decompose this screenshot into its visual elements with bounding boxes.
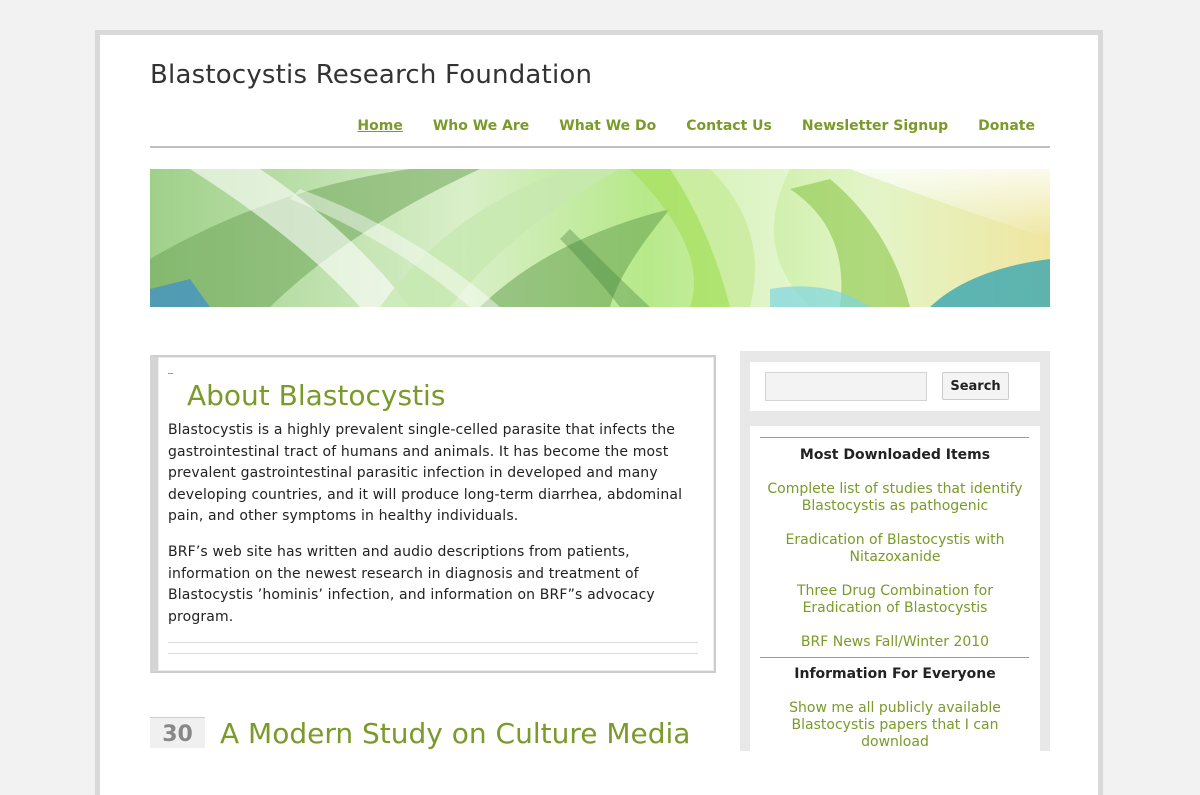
- nav-what-we-do[interactable]: What We Do: [559, 118, 656, 134]
- sidebar: Search Most Downloaded Items Complete li…: [740, 351, 1050, 766]
- download-link[interactable]: Three Drug Combination for Eradication o…: [765, 583, 1025, 617]
- site-title[interactable]: Blastocystis Research Foundation: [150, 60, 592, 90]
- post-date-badge: 30: [150, 717, 205, 748]
- nav-who-we-are[interactable]: Who We Are: [433, 118, 529, 134]
- post-title[interactable]: A Modern Study on Culture Media: [220, 717, 690, 750]
- nav-divider: [150, 146, 1050, 148]
- nav-home[interactable]: Home: [357, 118, 402, 134]
- search-widget: Search: [750, 362, 1040, 411]
- info-link[interactable]: Show me all publicly available Blastocys…: [765, 700, 1025, 751]
- search-input[interactable]: [765, 372, 927, 401]
- about-title[interactable]: About Blastocystis: [187, 379, 445, 412]
- decorative-mark: [168, 373, 173, 374]
- search-button[interactable]: Search: [942, 372, 1009, 400]
- divider: [760, 657, 1029, 658]
- header-banner-image: [150, 169, 1050, 307]
- about-paragraph-1: Blastocystis is a highly prevalent singl…: [168, 422, 683, 525]
- nav-contact-us[interactable]: Contact Us: [686, 118, 772, 134]
- download-link[interactable]: BRF News Fall/Winter 2010: [765, 634, 1025, 651]
- nav-donate[interactable]: Donate: [978, 118, 1035, 134]
- divider: [760, 437, 1029, 438]
- divider: [168, 653, 698, 654]
- download-link[interactable]: Eradication of Blastocystis with Nitazox…: [765, 532, 1025, 566]
- most-downloaded-heading: Most Downloaded Items: [799, 447, 991, 463]
- about-box: About Blastocystis Blastocystis is a hig…: [150, 355, 716, 673]
- about-paragraph-2: BRF’s web site has written and audio des…: [168, 544, 655, 625]
- divider: [168, 642, 698, 643]
- nav-newsletter-signup[interactable]: Newsletter Signup: [802, 118, 948, 134]
- links-widget: Most Downloaded Items Complete list of s…: [750, 426, 1040, 766]
- info-everyone-heading: Information For Everyone: [794, 666, 996, 682]
- main-nav: Home Who We Are What We Do Contact Us Ne…: [357, 118, 1035, 134]
- download-link[interactable]: Complete list of studies that identify B…: [765, 481, 1025, 515]
